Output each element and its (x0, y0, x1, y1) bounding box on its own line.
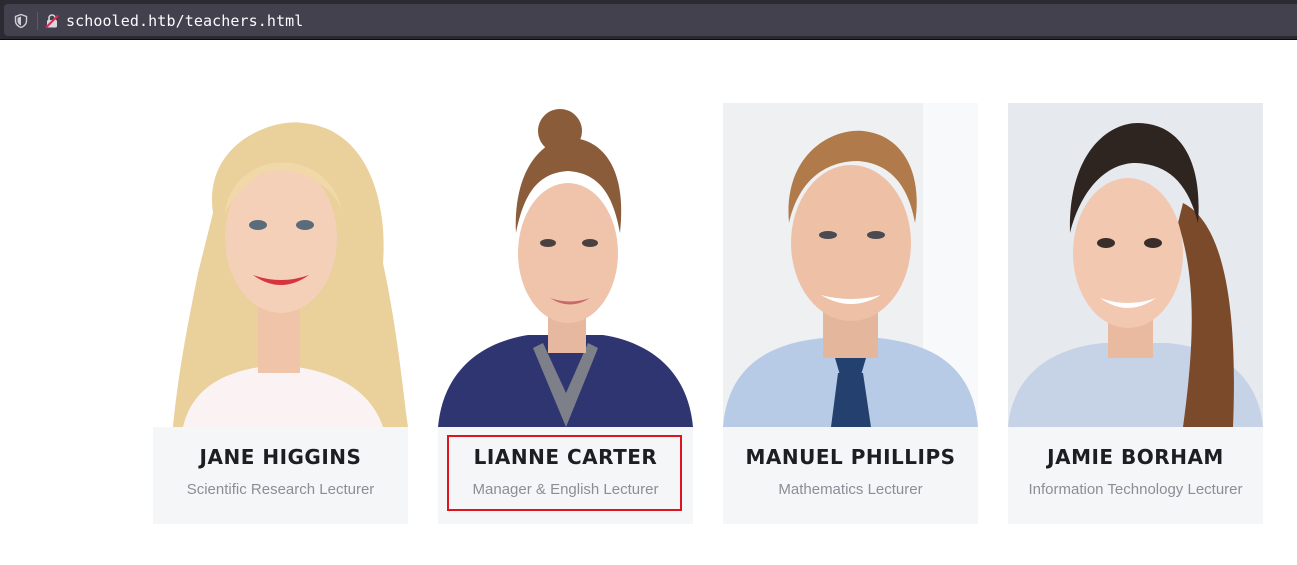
teacher-name: MANUEL PHILLIPS (745, 445, 956, 469)
browser-toolbar: schooled.htb/teachers.html (0, 0, 1297, 40)
shield-icon[interactable] (13, 13, 29, 29)
teacher-card: JAMIE BORHAM Information Technology Lect… (1008, 103, 1263, 524)
teacher-photo (1008, 103, 1263, 427)
teacher-photo (438, 103, 693, 427)
address-bar[interactable]: schooled.htb/teachers.html (4, 4, 1297, 36)
teacher-card: JANE HIGGINS Scientific Research Lecture… (153, 103, 408, 524)
teacher-card: MANUEL PHILLIPS Mathematics Lecturer (723, 103, 978, 524)
url-text[interactable]: schooled.htb/teachers.html (66, 12, 303, 30)
address-separator (37, 12, 38, 30)
highlight-box (447, 435, 682, 511)
teacher-name: JAMIE BORHAM (1047, 445, 1224, 469)
teacher-name: JANE HIGGINS (199, 445, 362, 469)
teacher-photo (153, 103, 408, 427)
teacher-role: Mathematics Lecturer (778, 481, 923, 498)
teacher-role: Information Technology Lecturer (1028, 481, 1243, 498)
insecure-lock-icon[interactable] (44, 13, 60, 29)
teacher-photo (723, 103, 978, 427)
teacher-role: Scientific Research Lecturer (186, 481, 375, 498)
